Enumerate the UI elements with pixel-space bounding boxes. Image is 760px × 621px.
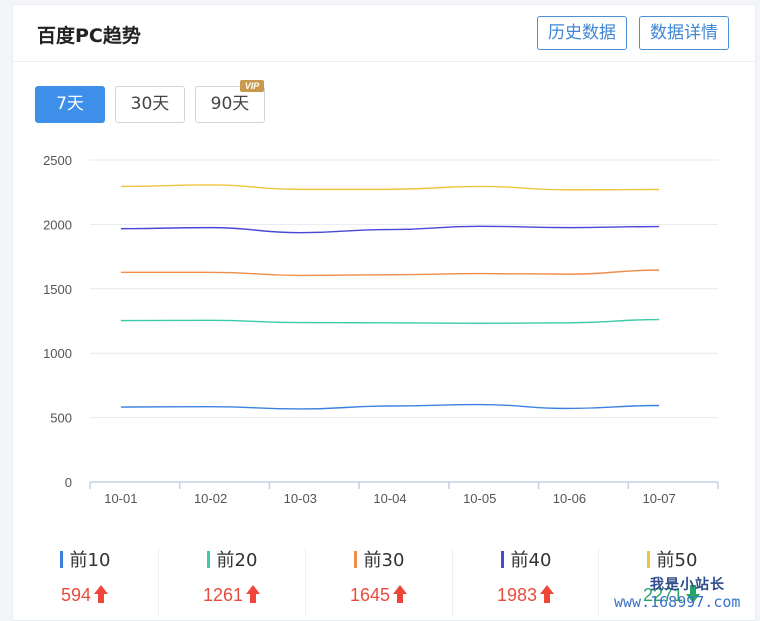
watermark-url: www.168997.com <box>614 593 741 611</box>
legend-value: 594 <box>60 585 92 605</box>
y-axis: 0 500 1000 1500 2000 2500 <box>43 153 72 490</box>
legend-name: 前10 <box>69 550 111 571</box>
series-line-前40 <box>120 225 660 234</box>
legend-name: 前40 <box>510 550 552 571</box>
legend-color-bar <box>59 551 63 568</box>
legend-name: 前50 <box>656 550 698 571</box>
arrow-up-icon <box>93 584 109 609</box>
legend-name: 前30 <box>363 550 405 571</box>
x-tick-label: 10-07 <box>643 491 676 506</box>
x-axis: 10-01 10-02 10-03 10-04 10-05 10-06 10-07 <box>89 481 719 506</box>
x-tick-label: 10-04 <box>373 491 406 506</box>
legend-color-bar <box>500 551 504 568</box>
series-line-前50 <box>120 184 660 191</box>
legend-item-top40[interactable]: 前40 1983 <box>453 540 599 620</box>
legend-color-bar <box>206 551 210 568</box>
y-tick-label: 0 <box>65 475 72 490</box>
y-tick-label: 2500 <box>43 153 72 168</box>
trend-line-chart: 05001000150020002500 10-01 10-02 10-03 10-0… <box>43 153 719 506</box>
x-tick-label: 10-06 <box>553 491 586 506</box>
x-tick-label: 10-05 <box>463 491 496 506</box>
chart-series <box>120 184 660 410</box>
legend-color-bar <box>353 551 357 568</box>
legend-value: 1645 <box>349 585 391 605</box>
series-line-前30 <box>120 269 660 277</box>
legend-color-bar <box>646 551 650 568</box>
x-tick-label: 10-02 <box>194 491 227 506</box>
chart-grid <box>90 159 718 419</box>
watermark-title: 我是小站长 <box>650 577 725 593</box>
series-line-前20 <box>120 318 660 325</box>
legend-name: 前20 <box>216 550 258 571</box>
legend-item-top10[interactable]: 前10 594 <box>12 540 158 620</box>
legend-value: 1983 <box>496 585 538 605</box>
x-tick-label: 10-03 <box>284 491 317 506</box>
x-tick-label: 10-01 <box>104 491 137 506</box>
legend-item-top20[interactable]: 前20 1261 <box>159 540 305 620</box>
arrow-up-icon <box>539 584 555 609</box>
arrow-up-icon <box>245 584 261 609</box>
y-tick-label: 500 <box>50 411 72 426</box>
y-tick-label: 2000 <box>43 217 72 232</box>
legend-item-top30[interactable]: 前30 1645 <box>306 540 452 620</box>
y-tick-label: 1000 <box>43 346 72 361</box>
arrow-up-icon <box>392 584 408 609</box>
series-line-前10 <box>120 403 660 410</box>
y-tick-label: 1500 <box>43 282 72 297</box>
legend-value: 1261 <box>202 585 244 605</box>
